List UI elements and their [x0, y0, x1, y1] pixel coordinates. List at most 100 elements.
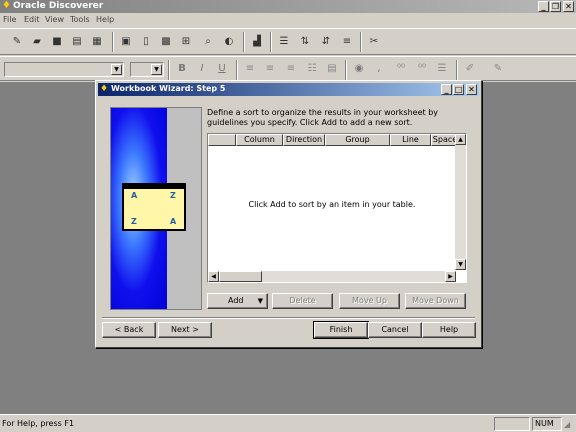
horizontal-scrollbar[interactable]: ◀ ▶ — [208, 271, 456, 282]
toolbar-separator — [243, 32, 245, 52]
toolbar-separator — [270, 32, 272, 52]
scroll-up-icon[interactable]: ▲ — [455, 134, 466, 145]
scroll-right-icon[interactable]: ▶ — [445, 271, 456, 282]
refresh-icon[interactable]: ◐ — [221, 34, 237, 50]
move-down-button[interactable]: Move Down — [405, 293, 466, 309]
conditions-icon[interactable]: ⊞ — [178, 34, 194, 50]
sort-sheet-illustration: A Z Z A — [122, 183, 186, 231]
status-message: For Help, press F1 — [2, 419, 75, 428]
column-header-line[interactable]: Line — [390, 134, 431, 146]
font-size-select[interactable]: ▼ — [130, 62, 164, 77]
app-title: Oracle Discoverer — [13, 1, 104, 11]
chevron-down-icon[interactable]: ▼ — [111, 64, 122, 75]
new-workbook-icon[interactable]: ✎ — [9, 34, 25, 50]
dialog-minimize-button[interactable]: _ — [441, 84, 452, 95]
sort-descending-icon[interactable]: ⇵ — [318, 34, 334, 50]
align-right-icon[interactable]: ≡ — [283, 61, 299, 77]
column-header-direction[interactable]: Direction — [283, 134, 325, 146]
workbook-wizard-dialog: ♦ Workbook Wizard: Step 5 _ □ ✕ A Z Z A … — [95, 80, 482, 348]
letter-z: Z — [170, 191, 176, 200]
format-icon[interactable]: ☰ — [434, 61, 450, 77]
dialog-title: Workbook Wizard: Step 5 — [111, 84, 226, 93]
wizard-graphic: A Z Z A — [110, 107, 202, 310]
add-button[interactable]: Add ▼ — [207, 293, 268, 309]
chevron-down-icon[interactable]: ▼ — [151, 64, 162, 75]
decrease-decimal-icon[interactable]: ⁰⁰ — [414, 61, 430, 77]
toolbar-separator — [168, 60, 170, 80]
bold-button[interactable]: B — [174, 61, 190, 77]
discoverer-logo-icon: ♦ — [100, 84, 109, 94]
dialog-title-bar: ♦ Workbook Wizard: Step 5 _ □ ✕ — [98, 83, 479, 96]
save-icon[interactable]: ■ — [49, 34, 65, 50]
menu-file[interactable]: File — [3, 15, 16, 24]
delete-button[interactable]: Delete — [272, 293, 333, 309]
vertical-scrollbar[interactable]: ▲ ▼ — [455, 134, 466, 270]
chevron-down-icon: ▼ — [257, 297, 263, 305]
page-detail-icon[interactable]: ▯ — [138, 34, 154, 50]
comma-button[interactable]: , — [371, 61, 387, 77]
sort-table-header: Column Direction Group Line Space — [208, 134, 466, 146]
letter-a: A — [131, 191, 138, 200]
column-header-group[interactable]: Group — [325, 134, 390, 146]
table-layout-icon[interactable]: ▣ — [118, 34, 134, 50]
print-preview-icon[interactable]: ▦ — [89, 34, 105, 50]
font-name-select[interactable]: ▼ — [4, 62, 124, 77]
toolbar-separator — [345, 60, 347, 80]
print-icon[interactable]: ▤ — [69, 34, 85, 50]
letter-z: Z — [131, 217, 137, 226]
align-center-icon[interactable]: ≡ — [262, 61, 278, 77]
menu-help[interactable]: Help — [96, 15, 114, 24]
status-panel-empty — [494, 417, 530, 431]
row-header-corner — [208, 134, 236, 146]
num-lock-indicator: NUM — [532, 417, 562, 431]
formatting-toolbar: ▼ ▼ B I U ≡ ≡ ≡ ☷ ▤ ◉ , ⁰⁰ ⁰⁰ ☰ ✐ ✎ — [0, 56, 576, 81]
dialog-separator — [102, 317, 475, 319]
menu-view[interactable]: View — [45, 15, 64, 24]
crosstab-icon[interactable]: ▩ — [158, 34, 174, 50]
move-up-button[interactable]: Move Up — [339, 293, 400, 309]
open-icon[interactable]: ▰ — [29, 34, 45, 50]
sort-ascending-icon[interactable]: ⇅ — [297, 34, 313, 50]
graph-icon[interactable]: ▟ — [249, 34, 265, 50]
background-color-icon[interactable]: ✎ — [490, 61, 506, 77]
scroll-down-icon[interactable]: ▼ — [455, 259, 466, 270]
horizontal-scroll-thumb[interactable] — [219, 271, 262, 282]
increase-decimal-icon[interactable]: ⁰⁰ — [393, 61, 409, 77]
menu-edit[interactable]: Edit — [24, 15, 40, 24]
help-button[interactable]: Help — [422, 322, 476, 338]
restore-button[interactable]: ❐ — [550, 1, 561, 12]
sort-icon[interactable]: ☰ — [276, 34, 292, 50]
scroll-left-icon[interactable]: ◀ — [208, 271, 219, 282]
dialog-close-button[interactable]: ✕ — [466, 84, 477, 95]
app-title-bar: ♦ Oracle Discoverer _ ❐ ✕ — [0, 0, 576, 13]
align-left-icon[interactable]: ≡ — [242, 61, 258, 77]
standard-toolbar: ✎ ▰ ■ ▤ ▦ ▣ ▯ ▩ ⊞ ⌕ ◐ ▟ ☰ ⇅ ⇵ ≡ ✂ — [0, 28, 576, 55]
menu-bar: File Edit View Tools Help — [0, 13, 576, 27]
toolbar-separator — [236, 60, 238, 80]
cancel-button[interactable]: Cancel — [368, 322, 422, 338]
wizard-icon[interactable]: ✂ — [366, 34, 382, 50]
resize-grip-icon[interactable]: ◢ — [564, 420, 574, 430]
italic-button[interactable]: I — [194, 61, 210, 77]
dialog-maximize-button[interactable]: □ — [453, 84, 464, 95]
underline-button[interactable]: U — [214, 61, 230, 77]
text-color-icon[interactable]: ✐ — [462, 61, 478, 77]
drill-icon[interactable]: ⌕ — [200, 34, 216, 50]
minimize-button[interactable]: _ — [538, 1, 549, 12]
currency-icon[interactable]: ◉ — [351, 61, 367, 77]
close-button[interactable]: ✕ — [563, 1, 574, 12]
column-header-column[interactable]: Column — [236, 134, 283, 146]
wrap-text-icon[interactable]: ▤ — [324, 61, 340, 77]
back-button[interactable]: < Back — [102, 322, 156, 338]
toolbar-separator — [360, 32, 362, 52]
toolbar-separator — [112, 32, 114, 52]
totals-icon[interactable]: ≡ — [339, 34, 355, 50]
justify-icon[interactable]: ☷ — [304, 61, 320, 77]
menu-tools[interactable]: Tools — [70, 15, 90, 24]
toolbar-separator — [456, 60, 458, 80]
empty-table-message: Click Add to sort by an item in your tab… — [248, 200, 416, 209]
finish-button[interactable]: Finish — [313, 321, 369, 339]
next-button[interactable]: Next > — [158, 322, 212, 338]
discoverer-logo-icon: ♦ — [2, 0, 11, 11]
sort-table[interactable]: Column Direction Group Line Space Click … — [207, 133, 467, 283]
